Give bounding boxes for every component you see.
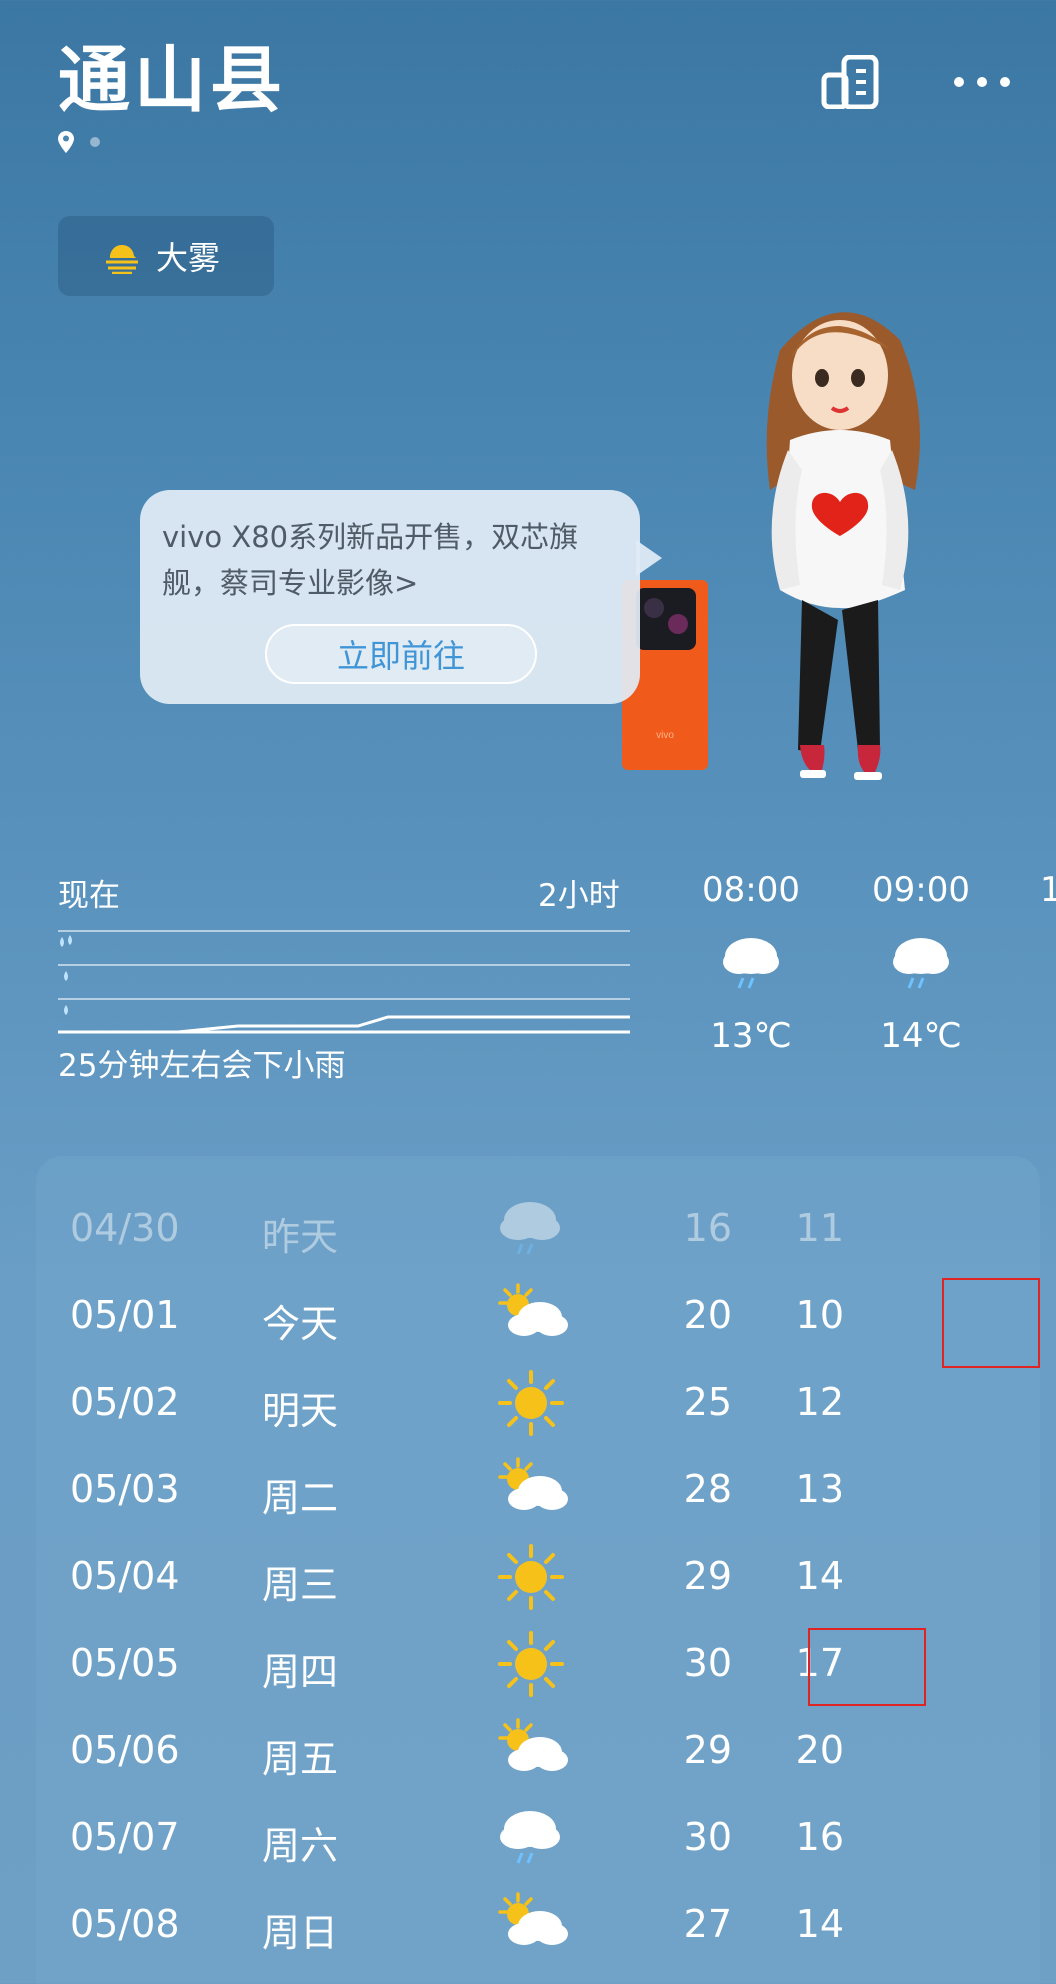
daily-row[interactable]: 05/06 周五 29 20 [36, 1710, 1040, 1797]
highlight-box-high [808, 1628, 926, 1706]
day-label: 昨天 [262, 1215, 339, 1259]
day-date: 05/03 [70, 1467, 180, 1511]
partly-cloudy-icon [496, 1281, 576, 1357]
day-date: 05/06 [70, 1728, 180, 1772]
highlight-box-low [942, 1278, 1040, 1368]
day-high-temp: 20 [683, 1293, 732, 1337]
weather-condition-chip[interactable]: 大雾 [58, 216, 274, 296]
day-date: 04/30 [70, 1206, 180, 1250]
daily-row[interactable]: 05/07 周六 30 16 [36, 1797, 1040, 1884]
bubble-tail [636, 540, 662, 576]
location-indicator [58, 130, 100, 154]
sun-icon [496, 1368, 576, 1444]
day-label: 周日 [262, 1911, 339, 1955]
day-high-temp: 29 [683, 1554, 732, 1598]
precip-now-label: 现在 [58, 878, 120, 914]
day-high-temp: 29 [683, 1728, 732, 1772]
ad-text: vivo X80系列新品开售，双芯旗舰，蔡司专业影像> [162, 520, 579, 600]
day-date: 05/08 [70, 1902, 180, 1946]
day-label: 周六 [262, 1824, 339, 1868]
day-low-temp: 20 [795, 1728, 844, 1772]
day-label: 周三 [262, 1563, 339, 1607]
day-label: 明天 [262, 1389, 339, 1433]
partly-cloudy-icon [496, 1455, 576, 1531]
day-high-temp: 27 [683, 1902, 732, 1946]
day-label: 周四 [262, 1650, 339, 1694]
hour-temp: 14℃ [880, 1016, 962, 1056]
day-date: 05/02 [70, 1380, 180, 1424]
day-high-temp: 25 [683, 1380, 732, 1424]
day-low-temp: 14 [795, 1902, 844, 1946]
day-high-temp: 30 [683, 1641, 732, 1685]
day-label: 周二 [262, 1476, 339, 1520]
day-low-temp: 10 [795, 1293, 844, 1337]
go-now-button[interactable]: 立即前往 [265, 624, 537, 684]
mascot-illustration [766, 312, 920, 780]
city-list-icon [821, 55, 879, 109]
phone-brand-mark: vivo [656, 730, 674, 741]
city-manage-button[interactable] [818, 50, 882, 114]
partly-cloudy-icon [496, 1716, 576, 1792]
precip-2h-label: 2小时 [538, 878, 620, 914]
rain-cloud-icon [861, 930, 981, 1000]
daily-row[interactable]: 04/30 昨天 16 11 [36, 1188, 1040, 1275]
page-dot-icon [90, 137, 100, 147]
daily-row[interactable]: 05/02 明天 25 12 [36, 1362, 1040, 1449]
daily-row[interactable]: 05/01 今天 20 10 [36, 1275, 1040, 1362]
day-low-temp: 14 [795, 1554, 844, 1598]
daily-row[interactable]: 05/03 周二 28 13 [36, 1449, 1040, 1536]
daily-row[interactable]: 05/04 周三 29 14 [36, 1536, 1040, 1623]
more-dots-icon [954, 77, 1010, 87]
day-date: 05/07 [70, 1815, 180, 1859]
day-low-temp: 12 [795, 1380, 844, 1424]
ad-bubble[interactable]: vivo X80系列新品开售，双芯旗舰，蔡司专业影像> 立即前往 [140, 490, 640, 704]
day-low-temp: 11 [795, 1206, 844, 1250]
fog-icon [106, 244, 138, 274]
sun-icon [496, 1629, 576, 1705]
hour-time: 09:00 [872, 870, 970, 910]
location-pin-icon [58, 131, 74, 153]
hour-time: 08:00 [702, 870, 800, 910]
day-date: 05/04 [70, 1554, 180, 1598]
precip-message: 25分钟左右会下小雨 [58, 1048, 346, 1084]
day-high-temp: 30 [683, 1815, 732, 1859]
sun-icon [496, 1542, 576, 1618]
condition-text: 大雾 [156, 239, 221, 277]
partly-cloudy-icon [496, 1890, 576, 1966]
day-label: 周五 [262, 1737, 339, 1781]
day-high-temp: 16 [683, 1206, 732, 1250]
raindrop-icon [60, 935, 72, 1015]
more-menu-button[interactable] [950, 50, 1014, 114]
day-date: 05/05 [70, 1641, 180, 1685]
day-low-temp: 16 [795, 1815, 844, 1859]
day-label: 今天 [262, 1302, 339, 1346]
hour-temp: 13℃ [710, 1016, 792, 1056]
rain-cloud-icon [496, 1194, 576, 1270]
daily-row[interactable]: 05/08 周日 27 14 [36, 1884, 1040, 1971]
city-title: 通山县 [58, 38, 287, 122]
precip-graph [58, 930, 630, 1034]
day-date: 05/01 [70, 1293, 180, 1337]
rain-cloud-icon [691, 930, 811, 1000]
rain-cloud-icon [496, 1803, 576, 1879]
day-high-temp: 28 [683, 1467, 732, 1511]
day-low-temp: 13 [795, 1467, 844, 1511]
hour-time: 1 [1040, 870, 1056, 910]
